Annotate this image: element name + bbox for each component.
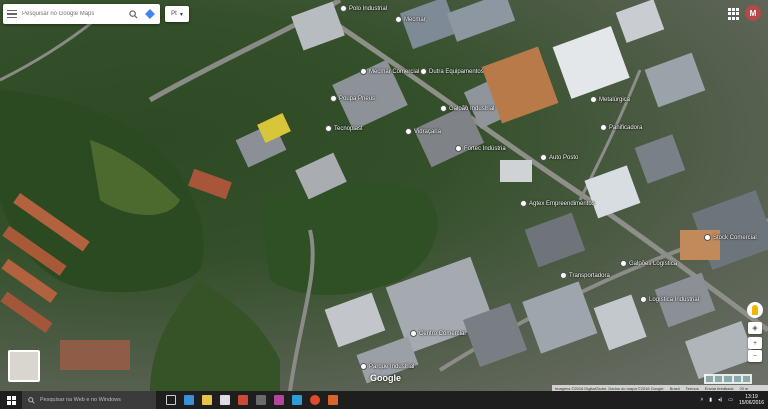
map-pin-icon (360, 363, 367, 370)
map-imagery (0, 0, 768, 391)
poi-marker[interactable]: Transportadora (560, 272, 610, 279)
poi-marker[interactable]: Auto Posto (540, 154, 578, 161)
windows-taskbar: Pesquisar na Web e no Windows ˄ ▮ ◂) ▭ 1… (0, 391, 768, 409)
poi-marker[interactable]: Centro Comercial (410, 330, 466, 337)
poi-marker[interactable]: Galpão Industrial (440, 105, 494, 112)
edge-browser-icon[interactable] (184, 395, 194, 405)
google-logo: Google (370, 373, 401, 383)
map-pin-icon (600, 124, 607, 131)
screen: Polo Industrial Mecmar Mecmar Comercial … (0, 0, 768, 409)
map-pin-icon (440, 105, 447, 112)
app-icon[interactable] (256, 395, 266, 405)
menu-icon[interactable] (7, 9, 17, 19)
map-pin-icon (395, 16, 402, 23)
system-tray: ˄ ▮ ◂) ▭ 13:19 15/06/2016 (700, 391, 764, 409)
map-pin-icon (560, 272, 567, 279)
poi-marker[interactable]: Metalúrgica (590, 96, 630, 103)
taskbar-search[interactable]: Pesquisar na Web e no Windows (22, 391, 156, 409)
chevron-down-icon: ▾ (179, 11, 183, 18)
compass-icon[interactable]: ◈ (748, 322, 762, 334)
zoom-out-button[interactable]: − (748, 350, 762, 362)
poi-marker[interactable]: Stock Comercial (704, 234, 757, 241)
map-pin-icon (340, 5, 347, 12)
task-view-icon[interactable] (166, 395, 176, 405)
poi-marker[interactable]: Galpões Logística (620, 260, 677, 267)
volume-icon[interactable]: ◂) (718, 397, 722, 403)
clock[interactable]: 13:19 15/06/2016 (739, 394, 764, 406)
start-button[interactable] (0, 391, 22, 409)
map-pin-icon (330, 95, 337, 102)
chrome-browser-icon[interactable] (310, 395, 320, 405)
poi-marker[interactable]: Mecmar (395, 16, 426, 23)
poi-marker[interactable]: Agtex Empreendimentos (520, 200, 595, 207)
map-pin-icon (590, 96, 597, 103)
pegman-icon[interactable] (747, 302, 763, 318)
file-explorer-icon[interactable] (202, 395, 212, 405)
map-pin-icon (455, 145, 462, 152)
poi-marker[interactable]: Vidraçaria (405, 128, 441, 135)
poi-marker[interactable]: Polo Industrial (340, 5, 387, 12)
map-pin-icon (520, 200, 527, 207)
map-pin-icon (540, 154, 547, 161)
search-icon (28, 396, 35, 404)
poi-marker[interactable]: Panificadora (600, 124, 642, 131)
poi-marker[interactable]: Tecnoplast (325, 125, 363, 132)
map-pin-icon (420, 68, 427, 75)
imagery-thumbnail-strip[interactable] (704, 374, 752, 384)
search-box (3, 4, 160, 24)
map-layer-toggle[interactable] (8, 350, 40, 382)
poi-marker[interactable]: Mecmar Comercial (360, 68, 419, 75)
poi-marker[interactable]: Parque Industrial (360, 363, 414, 370)
chevron-up-icon[interactable]: ˄ (700, 397, 703, 403)
satellite-map[interactable]: Polo Industrial Mecmar Mecmar Comercial … (0, 0, 768, 391)
map-pin-icon (640, 296, 647, 303)
store-icon[interactable] (220, 395, 230, 405)
search-input[interactable] (22, 11, 122, 17)
map-pin-icon (325, 125, 332, 132)
poi-marker[interactable]: Logística Industrial (640, 296, 699, 303)
network-icon[interactable]: ▮ (709, 397, 712, 403)
poi-marker[interactable]: Poupa Pneus (330, 95, 375, 102)
map-pin-icon (704, 234, 711, 241)
poi-marker[interactable]: Dutra Equipamentos (420, 68, 484, 75)
media-app-icon[interactable] (274, 395, 284, 405)
account-avatar[interactable]: M (745, 5, 761, 21)
search-icon[interactable] (127, 8, 139, 20)
poi-marker[interactable]: Fortec Indústria (455, 145, 506, 152)
notifications-icon[interactable]: ▭ (728, 397, 733, 403)
mail-icon[interactable] (292, 395, 302, 405)
map-pin-icon (620, 260, 627, 267)
photos-app-icon[interactable] (328, 395, 338, 405)
map-pin-icon (405, 128, 412, 135)
directions-icon[interactable] (144, 8, 156, 20)
zoom-in-button[interactable]: + (748, 337, 762, 349)
map-pin-icon (360, 68, 367, 75)
map-pin-icon (410, 330, 417, 337)
language-select[interactable]: Pt ▾ (165, 6, 189, 22)
windows-logo-icon (6, 395, 16, 405)
apps-grid-icon[interactable] (728, 8, 740, 20)
office-icon[interactable] (238, 395, 248, 405)
